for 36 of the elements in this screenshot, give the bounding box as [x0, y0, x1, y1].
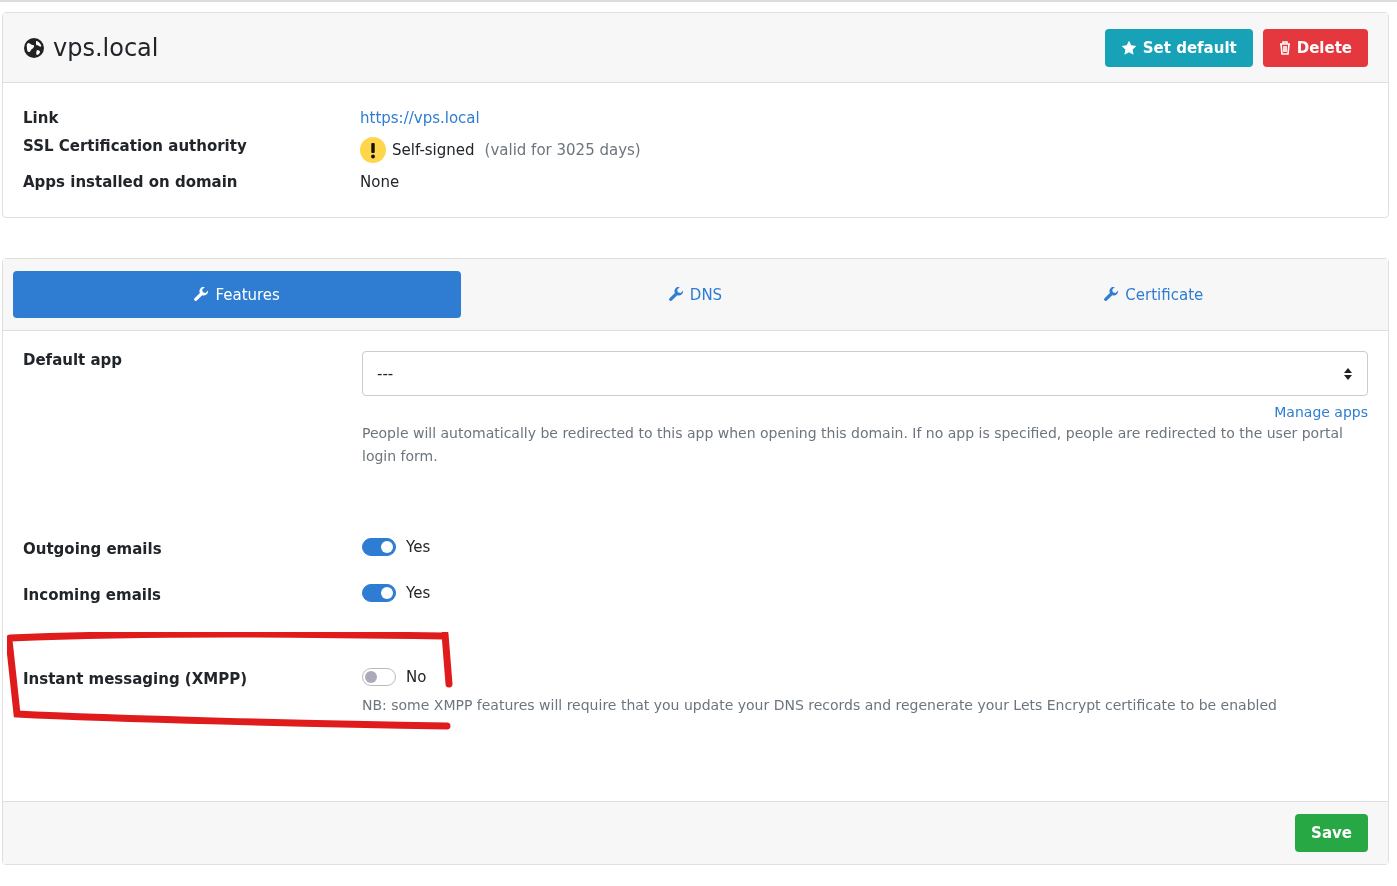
feature-label: Outgoing emails	[23, 539, 163, 558]
globe-icon	[23, 36, 45, 59]
info-value: Self-signed	[392, 141, 475, 159]
help-text: People will automatically be redirected to this app when opening this domain. If no app is specified, people are redirected to the user portal login form.	[362, 424, 1344, 466]
feature-label: Incoming emails	[23, 585, 162, 604]
delete-button[interactable]: Delete	[1262, 28, 1368, 67]
field-label: Default app	[23, 351, 124, 369]
save-button[interactable]: Save	[1295, 814, 1368, 852]
toggle-switch[interactable]	[362, 538, 396, 556]
note-text: NB: some XMPP features will require that you update your DNS records and regenerate your Lets Encrypt certificate to be enabled	[362, 696, 1278, 715]
manage-apps-link[interactable]: Manage apps	[1274, 404, 1368, 420]
default-app-select[interactable]: ---	[362, 351, 1368, 396]
wrench-icon	[1104, 287, 1120, 302]
wrench-icon	[668, 287, 684, 302]
info-label: SSL Certification authority	[23, 137, 248, 157]
info-value: None	[360, 173, 400, 191]
toggle-switch[interactable]	[362, 668, 396, 686]
toggle-state: Yes	[406, 584, 431, 602]
star-icon	[1120, 39, 1137, 56]
validity-text: (valid for 3025 days)	[484, 141, 641, 159]
domain-link[interactable]: https://vps.local	[360, 109, 480, 127]
info-label: Apps installed on domain	[23, 173, 239, 191]
sort-caret-icon	[1343, 366, 1353, 381]
info-label: Link	[23, 109, 60, 127]
toggle-switch[interactable]	[362, 584, 396, 602]
feature-label: Instant messaging (XMPP)	[23, 669, 249, 688]
tab[interactable]: Certificate	[929, 271, 1378, 318]
warning-icon	[360, 137, 386, 163]
toggle-state: Yes	[406, 538, 431, 556]
wrench-icon	[194, 287, 210, 302]
set-default-button[interactable]: Set default	[1104, 28, 1253, 67]
domain-title: vps.local	[23, 33, 159, 62]
trash-icon	[1278, 40, 1291, 55]
tab[interactable]: Features	[13, 271, 462, 318]
tab[interactable]: DNS	[471, 271, 920, 318]
toggle-state: No	[406, 668, 427, 686]
